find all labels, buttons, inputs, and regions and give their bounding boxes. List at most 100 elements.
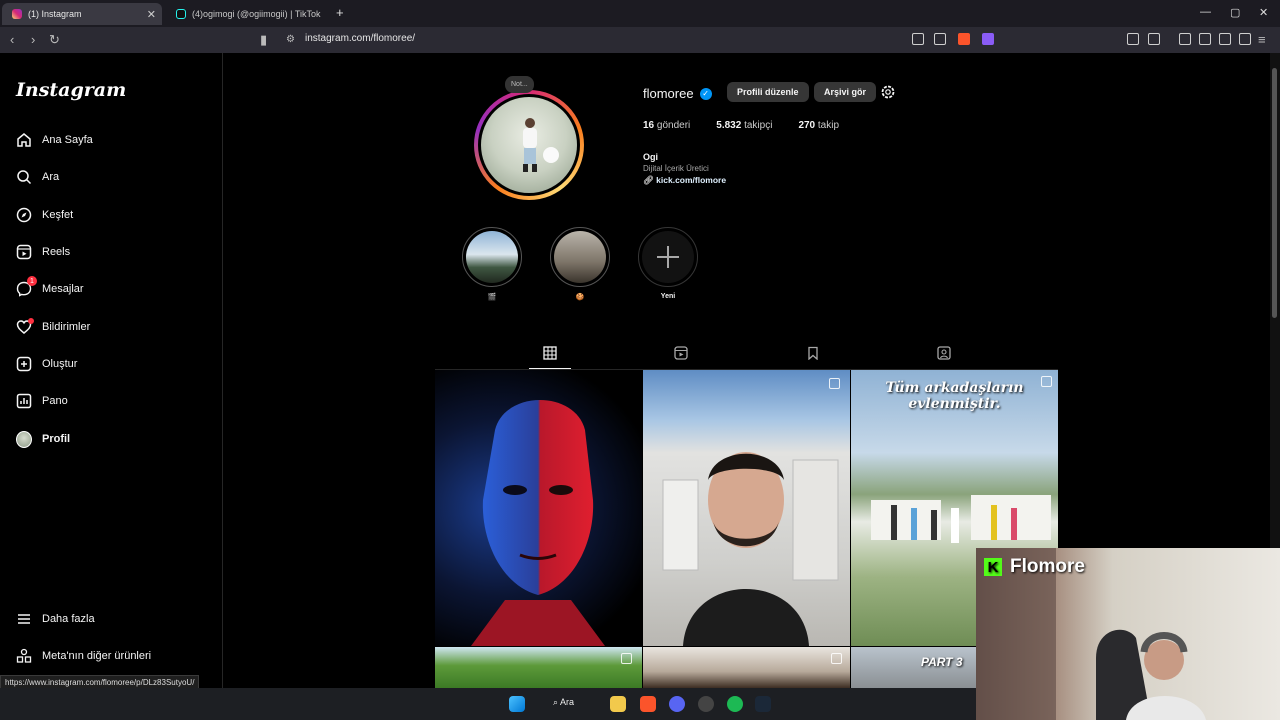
post-tile[interactable] bbox=[643, 370, 850, 646]
taskbar-search[interactable]: ⌕ Ara bbox=[553, 697, 574, 708]
reel-indicator-icon bbox=[829, 378, 840, 389]
notification-dot bbox=[28, 318, 34, 324]
file-explorer-icon[interactable] bbox=[610, 696, 626, 712]
highlight-label: 🍪 bbox=[575, 294, 585, 301]
reload-icon[interactable]: ↻ bbox=[49, 32, 60, 48]
meta-apps-icon bbox=[16, 648, 32, 664]
username-text: flomoree bbox=[643, 86, 694, 101]
sidebar-item-label: Pano bbox=[42, 395, 68, 407]
reel-indicator-icon bbox=[621, 653, 632, 664]
browser-nav-bar: ‹ › ↻ ▮ ⚙ instagram.com/flomoree/ ≡ bbox=[0, 27, 1280, 53]
highlight-label: Yeni bbox=[660, 293, 676, 300]
highlight-2[interactable] bbox=[550, 227, 610, 287]
edit-profile-button[interactable]: Profili düzenle bbox=[727, 82, 809, 102]
sidebar-item-messages[interactable]: 1 Mesajlar bbox=[16, 276, 84, 301]
stream-title: K Flomore bbox=[984, 556, 1085, 578]
menu-icon[interactable]: ≡ bbox=[1258, 32, 1266, 47]
close-window-icon[interactable]: ✕ bbox=[1259, 6, 1268, 19]
sidebar-item-notifications[interactable]: Bildirimler bbox=[16, 315, 90, 339]
spotify-icon[interactable] bbox=[727, 696, 743, 712]
back-icon[interactable]: ‹ bbox=[10, 32, 14, 47]
post-tile[interactable] bbox=[643, 647, 850, 688]
browser-tab-bar: (1) Instagram ✕ (4)ogimogi (@ogiimogii) … bbox=[0, 0, 1280, 27]
reels-icon bbox=[16, 244, 32, 260]
extensions-icon[interactable] bbox=[1127, 33, 1139, 45]
tab-instagram[interactable]: (1) Instagram ✕ bbox=[2, 3, 162, 25]
steam-icon[interactable] bbox=[755, 696, 771, 712]
sidebar-item-label: Mesajlar bbox=[42, 283, 84, 295]
tab-tiktok[interactable]: (4)ogimogi (@ogiimogii) | TikTok bbox=[166, 3, 326, 25]
address-bar[interactable]: instagram.com/flomoree/ bbox=[305, 33, 415, 44]
search-icon bbox=[16, 169, 32, 185]
close-tab-icon[interactable]: ✕ bbox=[147, 8, 156, 21]
post-tile[interactable] bbox=[435, 647, 642, 688]
brave-shields-icon[interactable] bbox=[958, 33, 970, 45]
maximize-icon[interactable]: ▢ bbox=[1230, 6, 1240, 19]
minimize-icon[interactable]: — bbox=[1200, 6, 1211, 18]
webcam-overlay: K Flomore bbox=[976, 548, 1280, 720]
brave-browser-icon[interactable] bbox=[640, 696, 656, 712]
leo-ai-icon[interactable] bbox=[1219, 33, 1231, 45]
sidebar-item-more[interactable]: Daha fazla bbox=[16, 607, 95, 631]
windows-start-icon[interactable] bbox=[509, 696, 525, 712]
sidebar-item-reels[interactable]: Reels bbox=[16, 240, 70, 264]
sidebar-toggle-icon[interactable] bbox=[1179, 33, 1191, 45]
sidebar-item-label: Profil bbox=[42, 433, 71, 445]
link-icon: 🔗︎ bbox=[643, 175, 654, 185]
profile-category: Dijital İçerik Üretici bbox=[643, 164, 709, 173]
instagram-logo[interactable]: Instagram bbox=[16, 79, 126, 101]
sidebar-item-search[interactable]: Ara bbox=[16, 165, 59, 189]
windows-taskbar: ⌕ Ara bbox=[0, 688, 976, 720]
sidebar-item-explore[interactable]: Keşfet bbox=[16, 203, 73, 227]
sidebar-item-meta[interactable]: Meta'nın diğer ürünleri bbox=[16, 644, 151, 668]
tab-title: (4)ogimogi (@ogiimogii) | TikTok bbox=[192, 9, 321, 19]
sidebar-item-label: Daha fazla bbox=[42, 613, 95, 625]
stream-title-text: Flomore bbox=[1010, 556, 1085, 577]
note-bubble[interactable]: Not... bbox=[505, 76, 534, 93]
app-icon[interactable] bbox=[698, 696, 714, 712]
sidebar-item-home[interactable]: Ana Sayfa bbox=[16, 128, 93, 152]
tab-title: (1) Instagram bbox=[28, 9, 82, 19]
kick-logo-icon: K bbox=[984, 558, 1002, 576]
hamburger-menu-icon bbox=[16, 611, 32, 627]
discord-icon[interactable] bbox=[669, 696, 685, 712]
brave-rewards-icon[interactable] bbox=[982, 33, 994, 45]
following-stat[interactable]: 270 takip bbox=[798, 120, 839, 131]
forward-icon[interactable]: › bbox=[31, 32, 35, 47]
followers-stat[interactable]: 5.832 takipçi bbox=[716, 120, 772, 131]
wallet-icon[interactable] bbox=[1199, 33, 1211, 45]
post-caption: PART 3 bbox=[921, 655, 963, 669]
new-tab-icon[interactable]: + bbox=[336, 5, 344, 20]
profile-link[interactable]: 🔗︎ kick.com/flomore bbox=[643, 175, 726, 186]
share-icon[interactable] bbox=[934, 33, 946, 45]
saved-tab-icon[interactable] bbox=[806, 346, 820, 360]
post-tile[interactable] bbox=[435, 370, 642, 646]
instagram-sidebar: Instagram Ana Sayfa Ara Keşfet Reels 1 M… bbox=[0, 53, 223, 688]
tagged-tab-icon[interactable] bbox=[937, 346, 951, 360]
highlight-label: 🎬 bbox=[487, 294, 497, 301]
sidebar-item-create[interactable]: Oluştur bbox=[16, 352, 77, 376]
sidebar-item-profile[interactable]: Profil bbox=[16, 427, 70, 451]
posts-stat: 16 gönderi bbox=[643, 120, 691, 131]
new-highlight-button[interactable] bbox=[638, 227, 698, 287]
posts-grid-tab-icon[interactable] bbox=[543, 346, 557, 360]
profile-avatar[interactable] bbox=[474, 90, 584, 200]
reels-tab-icon[interactable] bbox=[674, 346, 688, 360]
instagram-favicon-icon bbox=[12, 9, 22, 19]
tab-manager-icon[interactable] bbox=[1148, 33, 1160, 45]
view-archive-button[interactable]: Arşivi gör bbox=[814, 82, 877, 102]
highlight-1[interactable] bbox=[462, 227, 522, 287]
post-tile[interactable]: PART 3 bbox=[851, 647, 976, 688]
scrollbar-thumb[interactable] bbox=[1272, 68, 1277, 318]
bookmark-icon[interactable]: ▮ bbox=[260, 32, 267, 48]
vpn-icon[interactable] bbox=[1239, 33, 1251, 45]
settings-gear-icon[interactable] bbox=[880, 84, 896, 100]
site-settings-icon[interactable]: ⚙ bbox=[286, 34, 295, 45]
verified-badge-icon: ✓ bbox=[699, 87, 712, 100]
sidebar-item-label: Reels bbox=[42, 246, 71, 258]
reel-indicator-icon bbox=[1041, 376, 1052, 387]
sidebar-item-label: Oluştur bbox=[42, 358, 78, 370]
cast-icon[interactable] bbox=[912, 33, 924, 45]
tiktok-favicon-icon bbox=[176, 9, 186, 19]
sidebar-item-dashboard[interactable]: Pano bbox=[16, 389, 68, 413]
